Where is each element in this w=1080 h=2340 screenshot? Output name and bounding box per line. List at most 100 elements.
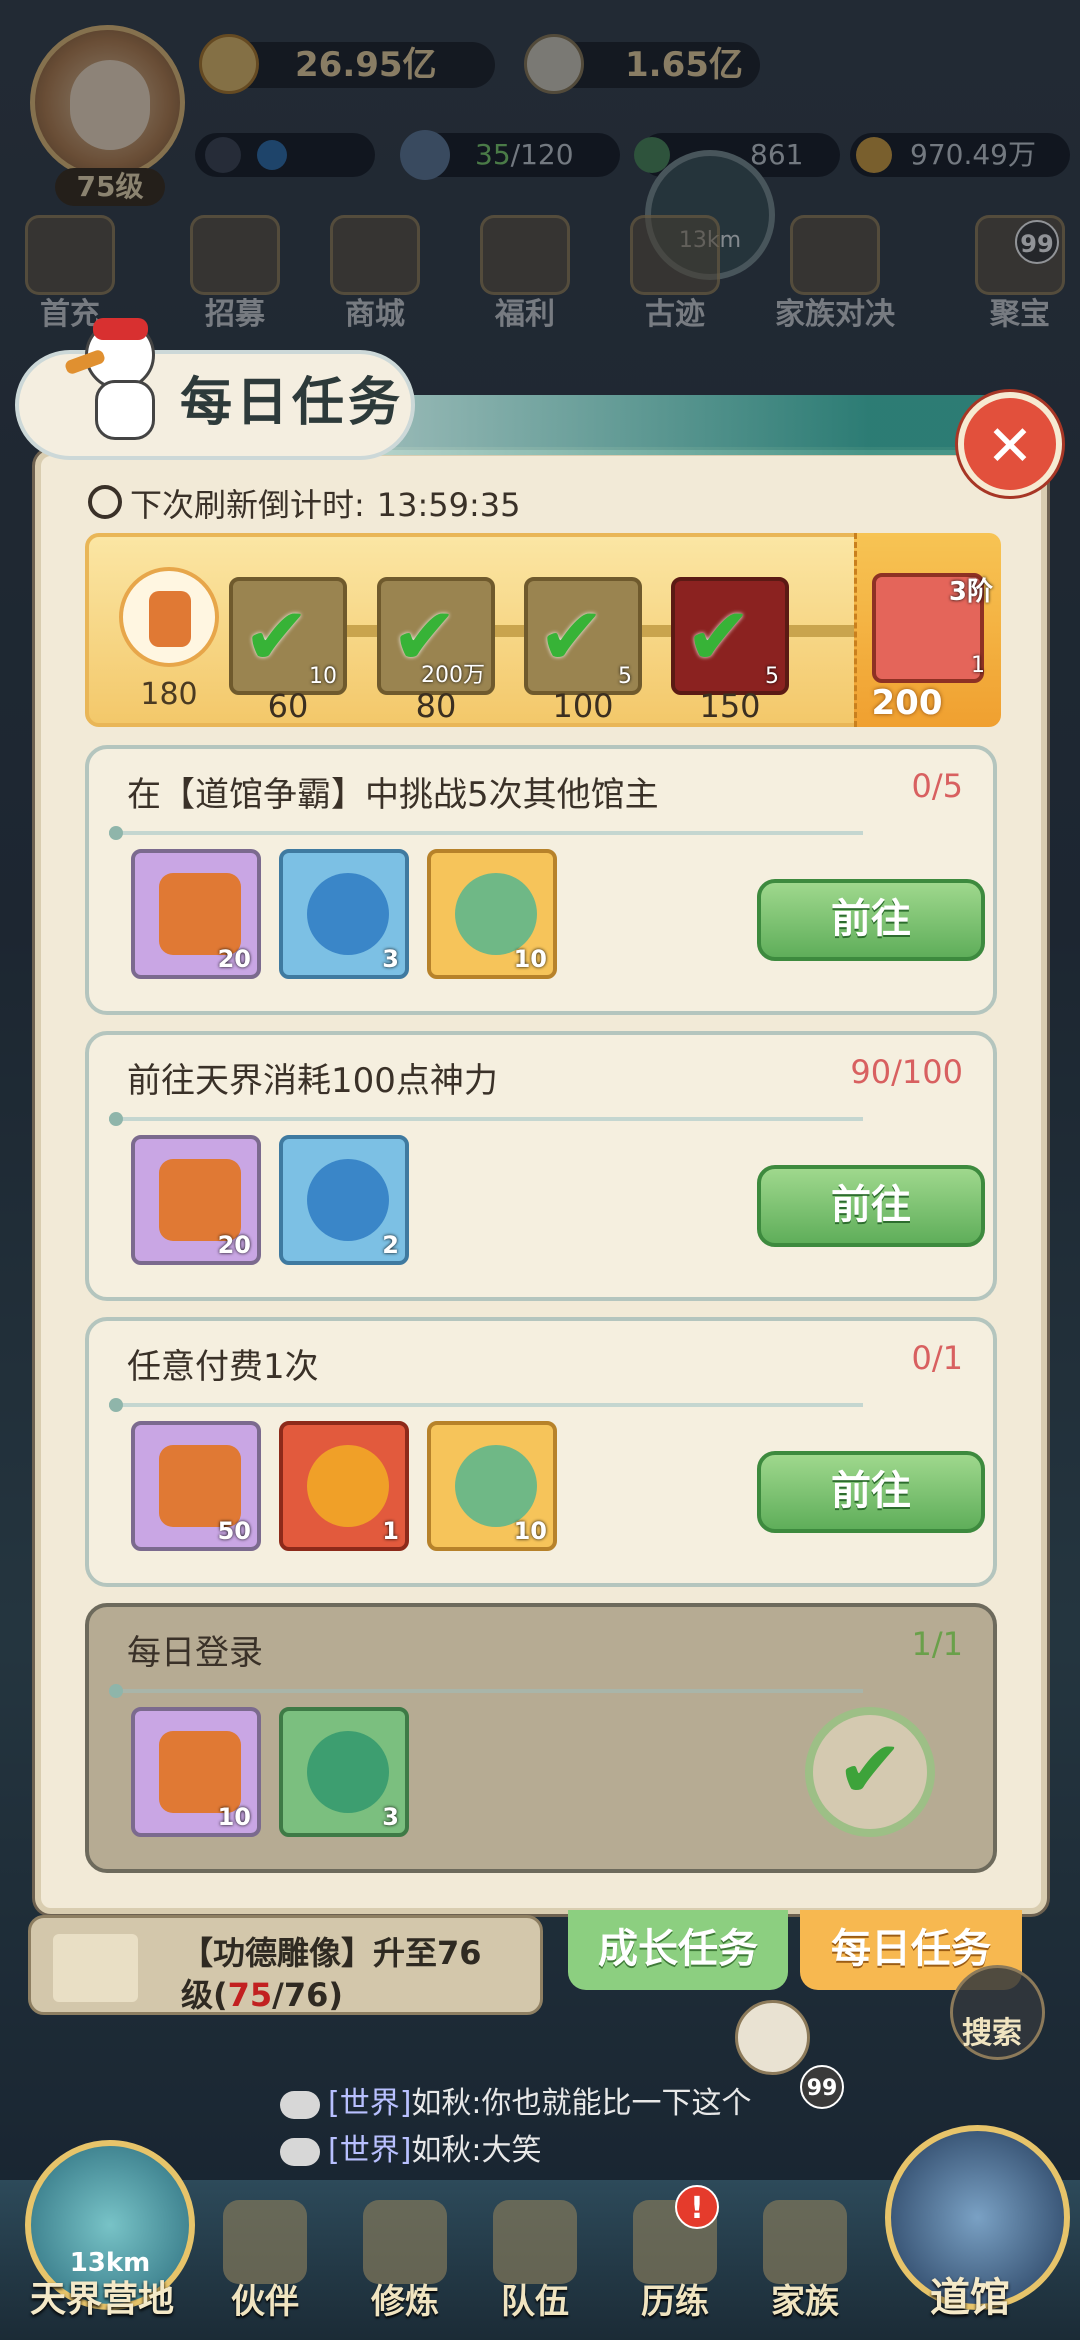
nav-training[interactable]: 修炼 xyxy=(350,2200,460,2323)
milestone-count: 5 xyxy=(765,664,779,689)
order-token-icon xyxy=(159,873,241,955)
chat-line[interactable]: [世界]如秋:大笑 xyxy=(280,2125,542,2169)
red-jade-icon xyxy=(307,1445,389,1527)
reward-item[interactable]: 20 xyxy=(131,1135,261,1265)
task-divider xyxy=(109,1112,863,1126)
task-card: 在【道馆争霸】中挑战5次其他馆主 0/5 20 3 10 前往 xyxy=(85,745,997,1015)
reward-count: 50 xyxy=(217,1517,251,1545)
go-button[interactable]: 前往 xyxy=(757,1165,985,1247)
milestone-points: 150 xyxy=(699,687,761,725)
milestone-points: 80 xyxy=(415,687,457,725)
go-button[interactable]: 前往 xyxy=(757,1451,985,1533)
task-name: 每日登录 xyxy=(127,1633,263,1673)
go-button[interactable]: 前往 xyxy=(757,879,985,961)
family-icon xyxy=(763,2200,847,2284)
milestone-count: 5 xyxy=(618,664,632,689)
nav-label: 历练 xyxy=(641,2282,709,2322)
reward-item[interactable]: 10 xyxy=(427,849,557,979)
task-progress: 1/1 xyxy=(911,1625,964,1663)
task-card: 前往天界消耗100点神力 90/100 20 2 前往 xyxy=(85,1031,997,1301)
final-chest-reward[interactable]: 3阶 1 200 xyxy=(854,533,1001,727)
modal-title: 每日任务 xyxy=(180,372,405,433)
chat-line[interactable]: [世界]如秋:你也就能比一下这个 xyxy=(280,2078,752,2122)
task-divider xyxy=(109,826,863,840)
reward-count: 10 xyxy=(513,1517,547,1545)
milestone-reward[interactable]: ✔ 200万 xyxy=(377,577,495,695)
task-progress: 0/5 xyxy=(911,767,964,805)
final-points: 200 xyxy=(871,683,943,723)
close-button[interactable]: ✕ xyxy=(958,392,1062,496)
task-progress: 0/1 xyxy=(911,1339,964,1377)
milestone-count: 10 xyxy=(309,664,337,689)
reward-count: 20 xyxy=(217,1231,251,1259)
gym-label: 道馆 xyxy=(930,2275,1010,2321)
activity-token-icon xyxy=(119,567,219,667)
crane-mascot-icon xyxy=(63,310,175,440)
reward-item[interactable]: 10 xyxy=(427,1421,557,1551)
reward-count: 3 xyxy=(382,1803,399,1831)
nav-label: 伙伴 xyxy=(231,2282,299,2322)
quest-suffix: /76) xyxy=(272,1976,344,2014)
task-divider xyxy=(109,1398,863,1412)
order-token-icon xyxy=(159,1445,241,1527)
refresh-countdown: 下次刷新倒计时: 13:59:35 xyxy=(88,480,521,526)
chat-text: 如秋:你也就能比一下这个 xyxy=(411,2086,752,2121)
reward-count: 10 xyxy=(217,1803,251,1831)
tab-growth-tasks[interactable]: 成长任务 xyxy=(568,1910,788,1990)
crane-cap xyxy=(93,318,148,340)
nav-family[interactable]: 家族 xyxy=(750,2200,860,2323)
close-icon: ✕ xyxy=(986,414,1034,479)
reward-item[interactable]: 3 xyxy=(279,1707,409,1837)
reward-count: 20 xyxy=(217,945,251,973)
milestone-count: 200万 xyxy=(421,663,485,688)
nav-partner[interactable]: 伙伴 xyxy=(210,2200,320,2323)
reward-count: 2 xyxy=(382,1231,399,1259)
quest-prefix: 级( xyxy=(181,1976,228,2014)
cart-button[interactable] xyxy=(735,2000,810,2075)
chat-bubble-icon xyxy=(280,2090,320,2119)
task-card-completed: 每日登录 1/1 10 3 ✔ xyxy=(85,1603,997,1873)
training-icon xyxy=(363,2200,447,2284)
reward-item[interactable]: 50 xyxy=(131,1421,261,1551)
milestone-reward[interactable]: ✔ 5 xyxy=(671,577,789,695)
partner-icon xyxy=(223,2200,307,2284)
refresh-label: 下次刷新倒计时: xyxy=(130,486,365,524)
reward-count: 10 xyxy=(513,945,547,973)
order-token-icon xyxy=(159,1159,241,1241)
reward-item[interactable]: 20 xyxy=(131,849,261,979)
reward-item[interactable]: 2 xyxy=(279,1135,409,1265)
task-name: 任意付费1次 xyxy=(127,1347,319,1387)
chat-text: 如秋:大笑 xyxy=(411,2133,542,2168)
chat-bubble-icon xyxy=(280,2137,320,2166)
activity-points: 180 xyxy=(140,677,198,712)
check-icon: ✔ xyxy=(538,590,606,683)
check-icon: ✔ xyxy=(685,590,753,683)
chat-channel: [世界] xyxy=(328,2086,412,2121)
check-icon: ✔ xyxy=(836,1723,904,1816)
milestone-points: 100 xyxy=(552,687,614,725)
chest-count: 1 xyxy=(971,653,985,678)
reward-item[interactable]: 1 xyxy=(279,1421,409,1551)
milestone-reward[interactable]: ✔ 5 xyxy=(524,577,642,695)
reward-item[interactable]: 10 xyxy=(131,1707,261,1837)
nav-label: 家族 xyxy=(771,2282,839,2322)
nav-team[interactable]: 队伍 xyxy=(480,2200,590,2323)
camp-label: 天界营地 xyxy=(30,2279,175,2320)
reward-count: 1 xyxy=(382,1517,399,1545)
blue-jade-icon xyxy=(307,873,389,955)
task-progress: 90/100 xyxy=(850,1053,963,1091)
milestone-reward[interactable]: ✔ 10 xyxy=(229,577,347,695)
chat-channel: [世界] xyxy=(328,2133,412,2168)
quest-line2: 级(75/76) xyxy=(181,1970,343,2016)
task-divider xyxy=(109,1684,863,1698)
reward-item[interactable]: 3 xyxy=(279,849,409,979)
adventure-alert-icon: ! xyxy=(675,2185,719,2229)
quest-current: 75 xyxy=(227,1976,273,2014)
quest-line1: 【功德雕像】升至76 xyxy=(181,1934,482,1972)
quest-tracker[interactable]: 【功德雕像】升至76 级(75/76) xyxy=(28,1915,543,2015)
crane-body xyxy=(95,380,155,440)
green-jade-icon xyxy=(307,1731,389,1813)
chest-tier: 3阶 xyxy=(948,577,993,607)
token-inner xyxy=(149,591,191,647)
order-token-icon xyxy=(159,1731,241,1813)
